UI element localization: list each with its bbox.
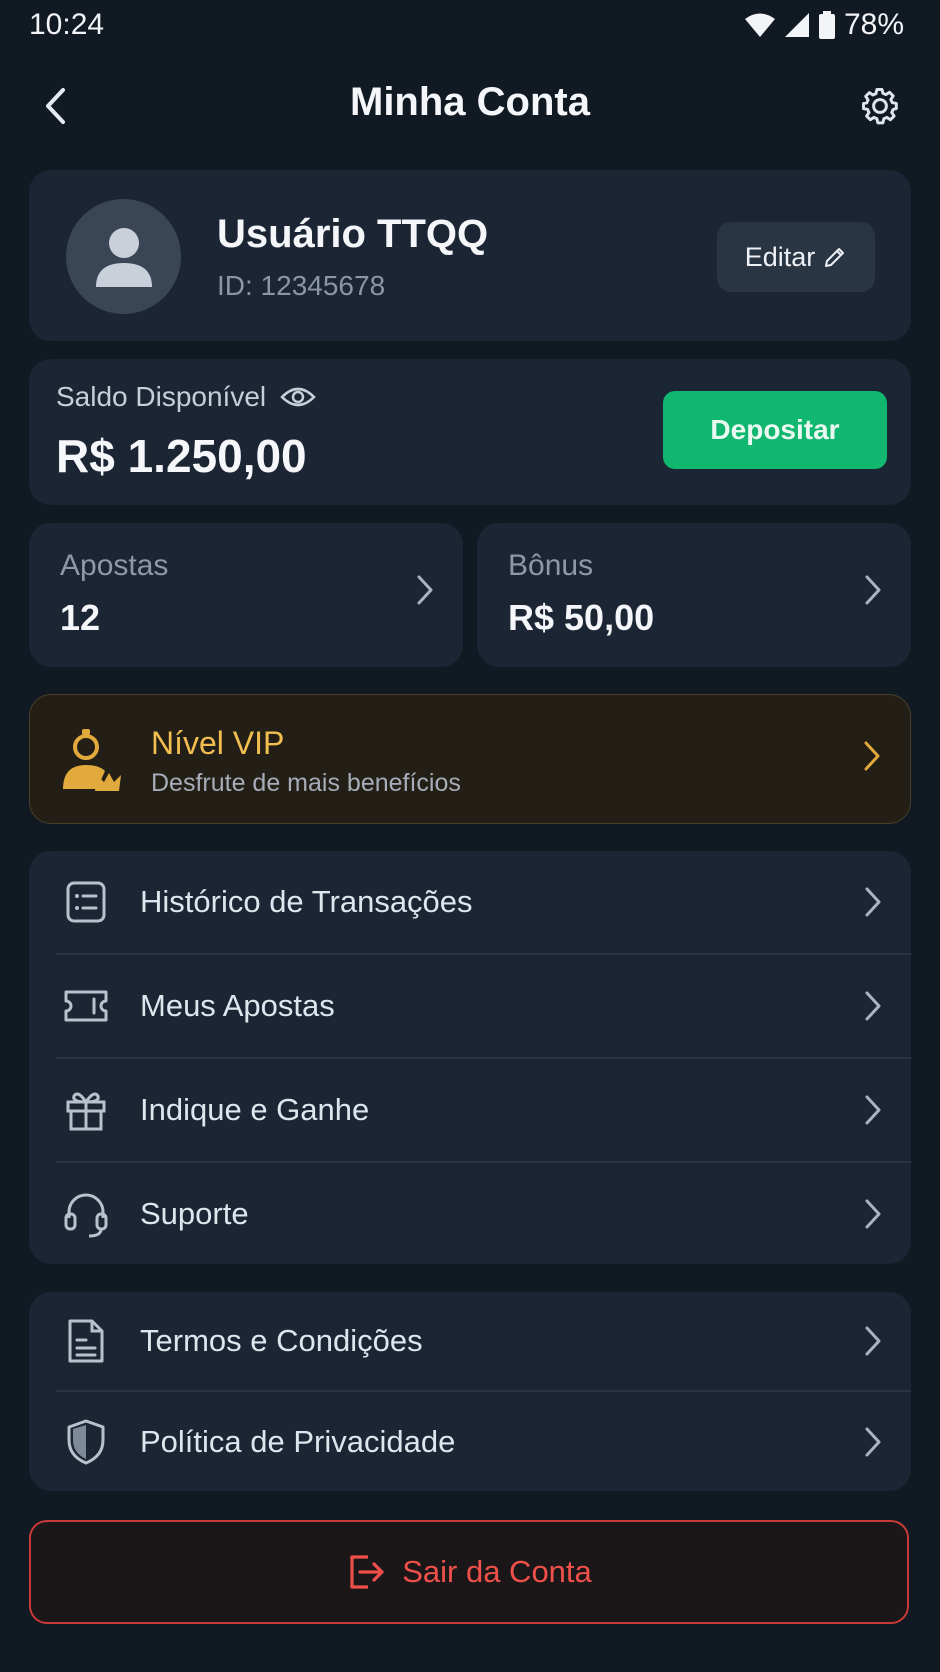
vip-subtitle: Desfrute de mais benefícios [151, 769, 461, 797]
vip-level-card[interactable]: Nível VIP Desfrute de mais benefícios [29, 694, 911, 824]
menu-label: Meus Apostas [140, 988, 335, 1023]
logout-label: Sair da Conta [402, 1554, 592, 1589]
menu-item-my-bets[interactable]: Meus Apostas [29, 955, 911, 1057]
chevron-right-icon [864, 741, 880, 771]
menu-item-refer-and-earn[interactable]: Indique e Ganhe [29, 1059, 911, 1161]
chevron-right-icon [417, 575, 433, 605]
stat-value: 12 [60, 597, 101, 638]
bonus-stat-card[interactable]: Bônus R$ 50,00 [477, 523, 911, 667]
battery-percent: 78% [843, 8, 904, 41]
vip-title: Nível VIP [151, 725, 285, 761]
gift-icon [62, 1086, 110, 1134]
profile-card: Usuário TTQQ ID: 12345678 Editar [29, 170, 911, 341]
my-account-screen: 10:24 78% Minha Conta Usuário TTQQ ID: 1… [0, 0, 940, 1672]
logout-button[interactable]: Sair da Conta [29, 1520, 909, 1624]
chevron-right-icon [865, 1326, 881, 1356]
chevron-right-icon [865, 1427, 881, 1456]
chevron-right-icon [865, 1199, 881, 1228]
edit-profile-button[interactable]: Editar [717, 222, 875, 292]
status-icons: 78% [744, 8, 904, 42]
balance-value: R$ 1.250,00 [56, 430, 307, 482]
list-icon [62, 878, 110, 926]
balance-card: Saldo Disponível R$ 1.250,00 Depositar [29, 359, 911, 505]
battery-icon [818, 11, 835, 39]
legal-menu: Termos e Condições Política de Privacida… [29, 1292, 911, 1491]
chevron-right-icon [865, 991, 881, 1021]
account-menu: Histórico de Transações Meus Apostas Ind… [29, 851, 911, 1264]
balance-label: Saldo Disponível [56, 381, 267, 412]
bets-stat-card[interactable]: Apostas 12 [29, 523, 463, 667]
shield-icon [62, 1418, 110, 1466]
status-time: 10:24 [29, 8, 105, 41]
ticket-icon [62, 982, 110, 1030]
chevron-right-icon [865, 575, 881, 605]
vip-crown-user-icon [63, 729, 121, 791]
signal-icon [784, 13, 809, 37]
stat-label: Apostas [60, 549, 169, 582]
gear-icon [862, 88, 898, 125]
page-title: Minha Conta [350, 80, 590, 124]
settings-button[interactable] [856, 82, 904, 130]
pencil-icon [825, 248, 845, 267]
menu-item-terms[interactable]: Termos e Condições [29, 1292, 911, 1390]
stat-label: Bônus [508, 549, 594, 582]
chevron-right-icon [865, 887, 881, 917]
chevron-right-icon [865, 1095, 881, 1125]
menu-item-privacy-policy[interactable]: Política de Privacidade [29, 1392, 911, 1491]
menu-label: Histórico de Transações [140, 884, 473, 919]
menu-label: Política de Privacidade [140, 1423, 456, 1459]
headset-icon [62, 1190, 110, 1238]
user-name: Usuário TTQQ [217, 212, 489, 256]
stat-value: R$ 50,00 [508, 597, 655, 638]
user-icon [95, 227, 152, 287]
menu-item-support[interactable]: Suporte [29, 1163, 911, 1264]
menu-label: Termos e Condições [140, 1323, 423, 1358]
user-id: ID: 12345678 [217, 270, 386, 301]
balance-label-row: Saldo Disponível [56, 381, 316, 413]
document-icon [62, 1317, 110, 1365]
logout-icon [350, 1555, 384, 1589]
edit-label: Editar [744, 241, 816, 272]
menu-item-transaction-history[interactable]: Histórico de Transações [29, 851, 911, 953]
wifi-icon [744, 13, 775, 37]
menu-label: Suporte [140, 1195, 249, 1231]
avatar[interactable] [66, 199, 181, 314]
menu-label: Indique e Ganhe [140, 1092, 370, 1127]
deposit-button[interactable]: Depositar [663, 391, 887, 469]
eye-icon[interactable] [280, 385, 316, 409]
